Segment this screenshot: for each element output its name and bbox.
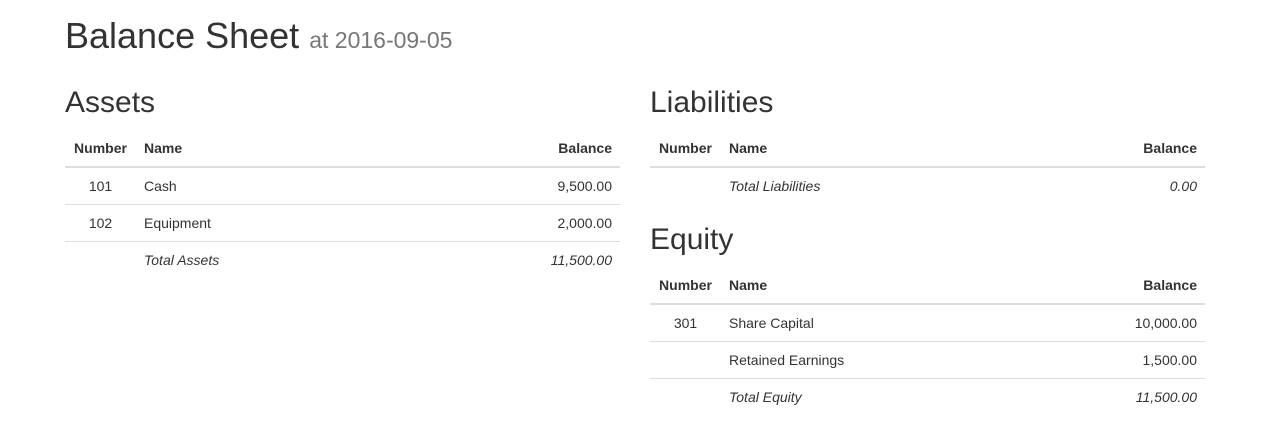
account-name: Share Capital <box>729 315 814 331</box>
total-label: Total Equity <box>721 378 989 415</box>
total-row: Total Assets 11,500.00 <box>65 241 620 278</box>
liabilities-table: Number Name Balance Total Liabilities 0.… <box>650 130 1205 204</box>
total-balance: 11,500.00 <box>989 378 1205 415</box>
column-header-name: Name <box>136 130 404 168</box>
account-balance: 1,500.00 <box>989 341 1205 379</box>
table-row: 102 Equipment 2,000.00 <box>65 204 620 242</box>
account-balance: 10,000.00 <box>1134 315 1197 331</box>
column-header-balance: Balance <box>989 267 1205 305</box>
total-number-cell <box>650 167 721 204</box>
assets-section: Assets Number Name Balance 101 Cash 9,50… <box>65 86 620 278</box>
liabilities-section: Liabilities Number Name Balance Total Li… <box>650 86 1205 204</box>
account-name: Retained Earnings <box>721 341 989 379</box>
total-number-cell <box>650 378 721 415</box>
account-number: 102 <box>65 204 136 242</box>
column-header-name: Name <box>721 267 989 305</box>
page-title-text: Balance Sheet <box>65 15 300 56</box>
account-name: Equipment <box>136 204 404 242</box>
total-row: Total Equity 11,500.00 <box>650 378 1205 415</box>
total-row: Total Liabilities 0.00 <box>650 167 1205 204</box>
balance-sheet-page: Balance Sheet at 2016-09-05 Assets Numbe… <box>0 0 1270 422</box>
column-header-name: Name <box>721 130 989 168</box>
account-number: 101 <box>88 178 113 194</box>
equity-table: Number Name Balance 301 Share Capital 10… <box>650 267 1205 415</box>
table-row: 301 Share Capital 10,000.00 <box>650 304 1205 342</box>
table-row: Retained Earnings 1,500.00 <box>650 341 1205 379</box>
column-header-number: Number <box>650 130 721 168</box>
column-header-balance: Balance <box>989 130 1205 168</box>
column-header-number: Number <box>65 130 136 168</box>
liabilities-header-row: Number Name Balance <box>650 130 1205 168</box>
column-header-balance: Balance <box>404 130 620 168</box>
total-balance: 11,500.00 <box>404 241 620 278</box>
account-number <box>650 341 721 379</box>
column-header-number: Number <box>650 267 721 305</box>
total-balance: 0.00 <box>1169 178 1197 194</box>
account-balance: 9,500.00 <box>557 178 613 194</box>
page-subtitle: at 2016-09-05 <box>309 27 453 53</box>
total-label: Total Liabilities <box>729 178 821 194</box>
account-number: 301 <box>673 315 698 331</box>
table-row: 101 Cash 9,500.00 <box>65 167 620 205</box>
total-number-cell <box>65 241 136 278</box>
assets-table: Number Name Balance 101 Cash 9,500.00 10… <box>65 130 620 278</box>
account-balance: 2,000.00 <box>404 204 620 242</box>
page-title: Balance Sheet at 2016-09-05 <box>65 14 452 62</box>
equity-header-row: Number Name Balance <box>650 267 1205 305</box>
total-label: Total Assets <box>136 241 404 278</box>
equity-section: Equity Number Name Balance 301 Share Cap… <box>650 223 1205 415</box>
account-name: Cash <box>144 178 177 194</box>
equity-heading: Equity <box>650 223 734 256</box>
liabilities-heading: Liabilities <box>650 86 774 119</box>
assets-heading: Assets <box>65 86 156 119</box>
assets-header-row: Number Name Balance <box>65 130 620 168</box>
